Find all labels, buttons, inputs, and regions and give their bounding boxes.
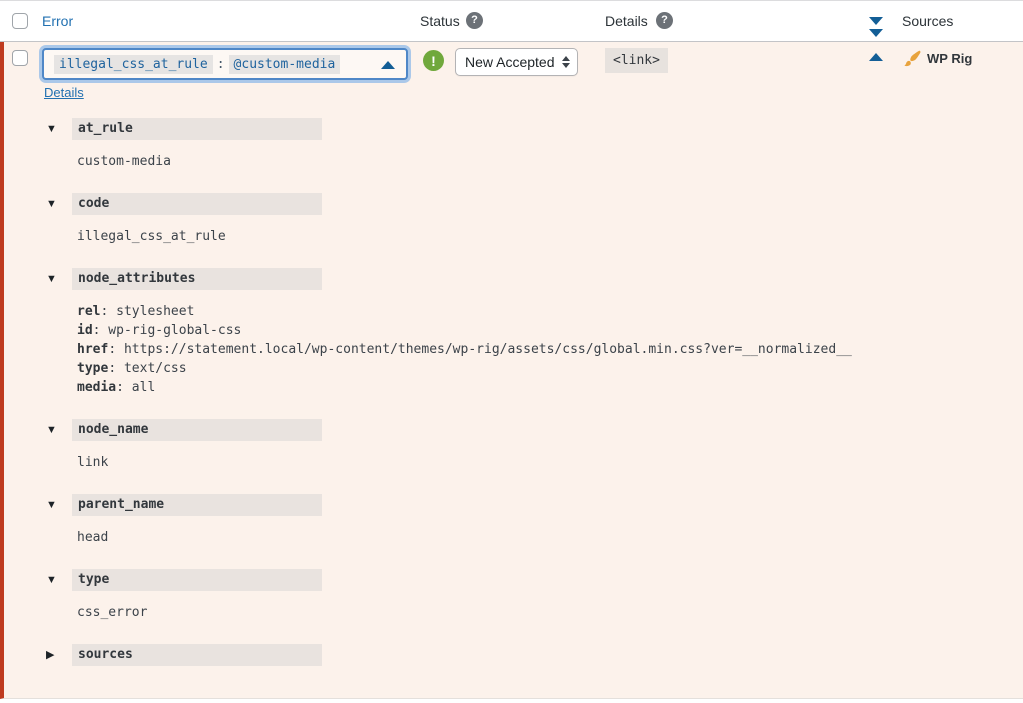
chevron-down-icon xyxy=(869,17,883,25)
error-summary-toggle[interactable]: illegal_css_at_rule : @custom-media xyxy=(42,48,408,80)
collapse-section-icon[interactable]: ▼ xyxy=(46,569,72,591)
details-help-icon[interactable]: ? xyxy=(656,12,673,29)
error-code-chip: illegal_css_at_rule xyxy=(54,54,213,74)
section-label[interactable]: at_rule xyxy=(72,118,322,140)
detail-section: ▼ node_namelink xyxy=(46,419,986,472)
section-content-line: type: text/css xyxy=(77,361,187,376)
column-header-status: Status xyxy=(420,13,460,29)
detail-section: ▶ sources xyxy=(46,644,986,666)
collapse-sources-icon[interactable] xyxy=(869,53,883,61)
status-select-value: New Accepted xyxy=(465,54,555,70)
collapse-section-icon[interactable]: ▼ xyxy=(46,118,72,140)
status-new-accepted-icon: ! xyxy=(423,50,444,71)
expand-section-icon[interactable]: ▶ xyxy=(46,644,72,666)
collapse-section-icon[interactable]: ▼ xyxy=(46,494,72,516)
section-content: rel: stylesheet id: wp-rig-global-css href… xyxy=(77,302,986,397)
collapse-error-icon xyxy=(381,61,395,69)
detail-section: ▼ code illegal_css_at_rule xyxy=(46,193,986,246)
section-label[interactable]: node_name xyxy=(72,419,322,441)
chevron-down-icon xyxy=(869,29,883,37)
details-node-badge: <link> xyxy=(605,48,668,73)
select-spinner-icon xyxy=(561,56,570,68)
detail-section: ▼ parent_namehead xyxy=(46,494,986,547)
section-content: css_error xyxy=(77,603,986,622)
section-content-line: css_error xyxy=(77,605,148,620)
section-header: ▶ sources xyxy=(46,644,986,666)
validation-error-row: illegal_css_at_rule : @custom-media Deta… xyxy=(0,42,1023,699)
section-content: link xyxy=(77,453,986,472)
select-all-checkbox[interactable] xyxy=(12,13,28,29)
error-details-sections: ▼ at_rule custom-media ▼ code illegal_css_at_… xyxy=(46,118,986,688)
section-content: illegal_css_at_rule xyxy=(77,227,986,246)
section-header: ▼ code xyxy=(46,193,986,215)
section-content-line: id: wp-rig-global-css xyxy=(77,323,242,338)
collapse-section-icon[interactable]: ▼ xyxy=(46,268,72,290)
section-header: ▼ node_attributes xyxy=(46,268,986,290)
validation-errors-screen: Error Status ? Details ? Sources illegal… xyxy=(0,0,1023,703)
details-link[interactable]: Details xyxy=(44,85,84,100)
section-label[interactable]: node_attributes xyxy=(72,268,322,290)
section-label[interactable]: parent_name xyxy=(72,494,322,516)
error-value-chip: @custom-media xyxy=(228,54,341,74)
detail-section: ▼ node_attributes rel: stylesheet id: wp-ri… xyxy=(46,268,986,397)
section-content: custom-media xyxy=(77,152,986,171)
section-content: head xyxy=(77,528,986,547)
error-status-select[interactable]: New Accepted xyxy=(455,48,578,76)
section-header: ▼ type xyxy=(46,569,986,591)
table-header: Error Status ? Details ? Sources xyxy=(0,1,1023,42)
row-checkbox[interactable] xyxy=(12,50,28,66)
section-content-line: custom-media xyxy=(77,154,171,169)
section-label[interactable]: sources xyxy=(72,644,322,666)
section-header: ▼ parent_name xyxy=(46,494,986,516)
column-header-details: Details xyxy=(605,13,648,29)
column-header-sources: Sources xyxy=(902,13,954,29)
section-header: ▼ at_rule xyxy=(46,118,986,140)
error-separator: : xyxy=(216,56,225,72)
collapse-section-icon[interactable]: ▼ xyxy=(46,193,72,215)
source-name: WP Rig xyxy=(927,51,973,66)
section-content-line: head xyxy=(77,530,109,545)
section-content-line: illegal_css_at_rule xyxy=(77,229,226,244)
section-label[interactable]: code xyxy=(72,193,322,215)
section-label[interactable]: type xyxy=(72,569,322,591)
status-help-icon[interactable]: ? xyxy=(466,12,483,29)
paintbrush-icon xyxy=(904,50,921,67)
detail-section: ▼ type css_error xyxy=(46,569,986,622)
section-header: ▼ node_name xyxy=(46,419,986,441)
source: WP Rig xyxy=(903,49,972,68)
section-content-line: media: all xyxy=(77,380,156,395)
detail-section: ▼ at_rule custom-media xyxy=(46,118,986,171)
section-content-line: link xyxy=(77,455,109,470)
section-content-line: href: https://statement.local/wp-content… xyxy=(77,342,852,357)
section-content-line: rel: stylesheet xyxy=(77,304,195,319)
column-header-error[interactable]: Error xyxy=(42,13,73,30)
collapse-section-icon[interactable]: ▼ xyxy=(46,419,72,441)
